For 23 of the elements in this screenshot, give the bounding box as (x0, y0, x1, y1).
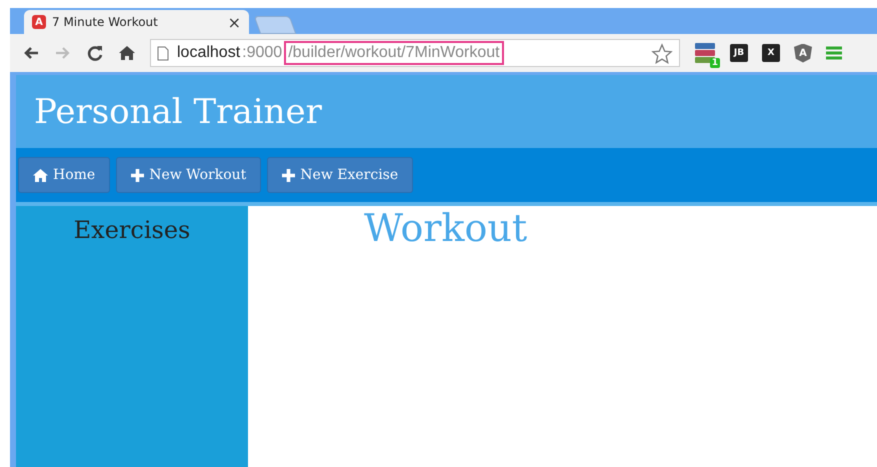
shield-icon[interactable]: A (794, 44, 812, 62)
extension-icon[interactable]: X (762, 44, 780, 62)
browser-tab[interactable]: A 7 Minute Workout × (24, 10, 249, 34)
plus-icon (131, 168, 144, 182)
sidebar-heading: Exercises (74, 216, 190, 244)
nav-button[interactable]: Home (18, 157, 110, 193)
nav-button[interactable]: New Exercise (267, 157, 414, 193)
app-title: Personal Trainer (34, 92, 322, 132)
page-heading: Workout (364, 206, 528, 250)
extension-icon[interactable]: JB (730, 44, 748, 62)
home-icon[interactable] (118, 45, 136, 61)
back-icon[interactable] (22, 45, 40, 61)
home-icon (33, 168, 48, 182)
star-icon[interactable] (651, 42, 673, 64)
menu-icon[interactable] (826, 46, 842, 60)
url-field[interactable]: localhost:9000 /builder/workout/7MinWorkout (150, 39, 680, 67)
reload-icon[interactable] (86, 44, 104, 62)
close-tab-button[interactable]: × (228, 12, 241, 32)
favicon-icon: A (32, 15, 46, 29)
page-icon (157, 46, 169, 60)
plus-icon (282, 168, 296, 182)
nav-button[interactable]: New Workout (116, 157, 262, 193)
highlighted-url-path: /builder/workout/7MinWorkout (284, 41, 504, 65)
